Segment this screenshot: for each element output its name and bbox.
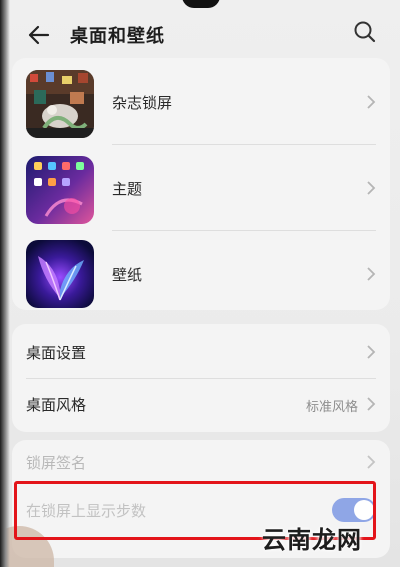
chevron-right-icon <box>366 454 376 470</box>
theme-label: 杂志锁屏 <box>112 94 173 112</box>
phone-screen: 桌面和壁纸 杂志锁屏 主题 壁纸 桌面设置 桌面风格 标准风格 锁屏签名 在锁屏… <box>0 0 400 567</box>
search-icon[interactable] <box>352 19 378 45</box>
chevron-right-icon <box>366 266 376 282</box>
list-item-magazine-lockscreen[interactable]: 杂志锁屏 <box>12 60 390 144</box>
desktop-style-label: 桌面风格 <box>26 396 87 414</box>
desktop-settings-label: 桌面设置 <box>26 344 87 362</box>
theme-label: 主题 <box>112 180 143 198</box>
chevron-right-icon <box>366 396 376 412</box>
desktop-settings-card: 桌面设置 桌面风格 标准风格 <box>12 324 390 432</box>
theme-thumbnail <box>26 156 94 224</box>
back-arrow-icon[interactable] <box>26 22 52 48</box>
divider <box>112 144 376 145</box>
theme-card: 杂志锁屏 主题 壁纸 <box>12 58 390 310</box>
list-item-theme[interactable]: 主题 <box>12 146 390 230</box>
chevron-right-icon <box>366 344 376 360</box>
list-item-desktop-settings[interactable]: 桌面设置 <box>12 326 390 376</box>
magazine-lockscreen-thumbnail <box>26 70 94 138</box>
chevron-right-icon <box>366 180 376 196</box>
chevron-right-icon <box>366 94 376 110</box>
list-item-desktop-style[interactable]: 桌面风格 标准风格 <box>12 378 390 428</box>
theme-label: 壁纸 <box>112 266 143 284</box>
desktop-style-value: 标准风格 <box>305 400 358 415</box>
top-app-bar: 桌面和壁纸 <box>0 0 400 62</box>
page-title: 桌面和壁纸 <box>70 26 165 47</box>
wallpaper-thumbnail <box>26 240 94 308</box>
list-item-wallpaper[interactable]: 壁纸 <box>12 230 390 314</box>
watermark: 云南龙网 <box>262 526 362 554</box>
lockscreen-signature-label: 锁屏签名 <box>26 454 87 472</box>
